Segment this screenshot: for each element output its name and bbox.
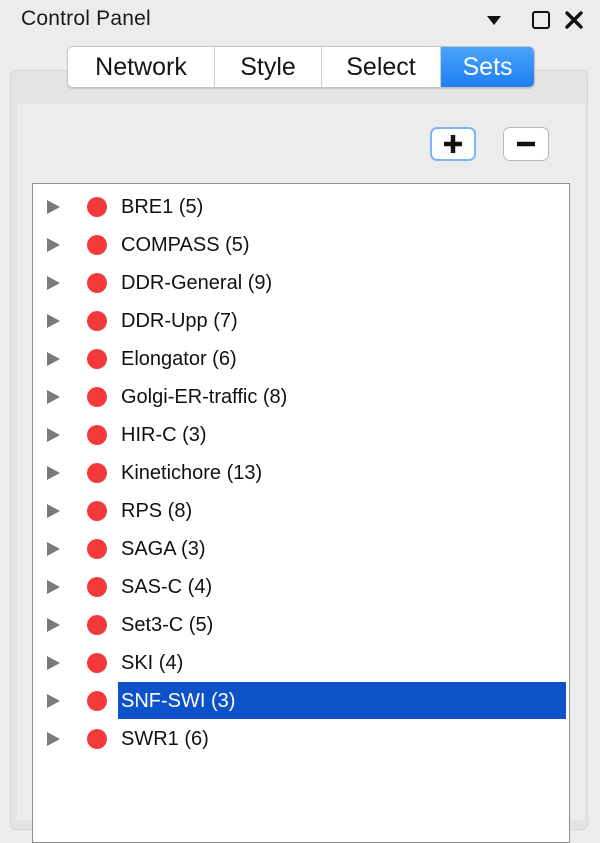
set-row[interactable]: Elongator (6) [33, 340, 569, 378]
set-row[interactable]: Kinetichore (13) [33, 454, 569, 492]
expand-arrow-icon[interactable] [47, 580, 60, 594]
set-row[interactable]: Golgi-ER-traffic (8) [33, 378, 569, 416]
tab-select[interactable]: Select [322, 47, 441, 87]
set-row[interactable]: Set3-C (5) [33, 606, 569, 644]
window-title: Control Panel [21, 7, 151, 30]
set-dot-icon [87, 349, 107, 369]
set-label: SAGA (3) [121, 538, 206, 560]
caret-down-icon [487, 16, 501, 25]
expand-arrow-icon[interactable] [47, 276, 60, 290]
set-row[interactable]: DDR-Upp (7) [33, 302, 569, 340]
tab-bar: Network Style Select Sets [67, 46, 535, 88]
expand-arrow-icon[interactable] [47, 656, 60, 670]
set-label: HIR-C (3) [121, 424, 207, 446]
set-dot-icon [87, 387, 107, 407]
set-dot-icon [87, 539, 107, 559]
set-dot-icon [87, 197, 107, 217]
expand-arrow-icon[interactable] [47, 390, 60, 404]
title-bar: Control Panel [0, 0, 600, 40]
float-panel-button[interactable] [529, 0, 553, 40]
set-dot-icon [87, 577, 107, 597]
set-row[interactable]: COMPASS (5) [33, 226, 569, 264]
set-label: Golgi-ER-traffic (8) [121, 386, 288, 408]
set-dot-icon [87, 691, 107, 711]
expand-arrow-icon[interactable] [47, 618, 60, 632]
expand-arrow-icon[interactable] [47, 732, 60, 746]
set-label: SAS-C (4) [121, 576, 213, 598]
remove-set-button[interactable] [503, 127, 549, 161]
add-set-button[interactable] [430, 127, 476, 161]
expand-arrow-icon[interactable] [47, 466, 60, 480]
sets-tree[interactable]: BRE1 (5) COMPASS (5) DDR-General (9) DDR… [32, 183, 570, 843]
expand-arrow-icon[interactable] [47, 200, 60, 214]
set-dot-icon [87, 501, 107, 521]
set-row[interactable]: HIR-C (3) [33, 416, 569, 454]
minus-icon [517, 141, 535, 147]
set-dot-icon [87, 425, 107, 445]
tab-style[interactable]: Style [215, 47, 322, 87]
set-dot-icon [87, 311, 107, 331]
close-x-icon [565, 11, 583, 29]
set-row[interactable]: SAS-C (4) [33, 568, 569, 606]
set-label: Set3-C (5) [121, 614, 214, 636]
expand-arrow-icon[interactable] [47, 314, 60, 328]
set-row[interactable]: SWR1 (6) [33, 720, 569, 758]
tab-network[interactable]: Network [68, 47, 215, 87]
expand-arrow-icon[interactable] [47, 352, 60, 366]
set-row-selected[interactable]: SNF-SWI (3) [33, 682, 569, 720]
expand-arrow-icon[interactable] [47, 694, 60, 708]
tab-sets[interactable]: Sets [441, 47, 534, 87]
set-label: SWR1 (6) [121, 728, 209, 750]
set-dot-icon [87, 463, 107, 483]
set-label: DDR-Upp (7) [121, 310, 238, 332]
set-label: Kinetichore (13) [121, 462, 263, 484]
set-label: SKI (4) [121, 652, 184, 674]
expand-arrow-icon[interactable] [47, 238, 60, 252]
set-dot-icon [87, 729, 107, 749]
set-row[interactable]: SKI (4) [33, 644, 569, 682]
set-label: COMPASS (5) [121, 234, 250, 256]
set-row[interactable]: SAGA (3) [33, 530, 569, 568]
set-row[interactable]: RPS (8) [33, 492, 569, 530]
set-dot-icon [87, 615, 107, 635]
set-dot-icon [87, 235, 107, 255]
plus-icon [444, 135, 462, 153]
maximize-square-icon [532, 11, 550, 29]
close-panel-button[interactable] [563, 0, 585, 40]
panel-menu-button[interactable] [482, 0, 506, 40]
expand-arrow-icon[interactable] [47, 542, 60, 556]
set-label: SNF-SWI (3) [121, 690, 236, 712]
set-dot-icon [87, 273, 107, 293]
expand-arrow-icon[interactable] [47, 428, 60, 442]
set-row[interactable]: DDR-General (9) [33, 264, 569, 302]
expand-arrow-icon[interactable] [47, 504, 60, 518]
set-dot-icon [87, 653, 107, 673]
set-label: Elongator (6) [121, 348, 237, 370]
set-row[interactable]: BRE1 (5) [33, 188, 569, 226]
set-label: DDR-General (9) [121, 272, 273, 294]
set-label: RPS (8) [121, 500, 193, 522]
set-label: BRE1 (5) [121, 196, 204, 218]
